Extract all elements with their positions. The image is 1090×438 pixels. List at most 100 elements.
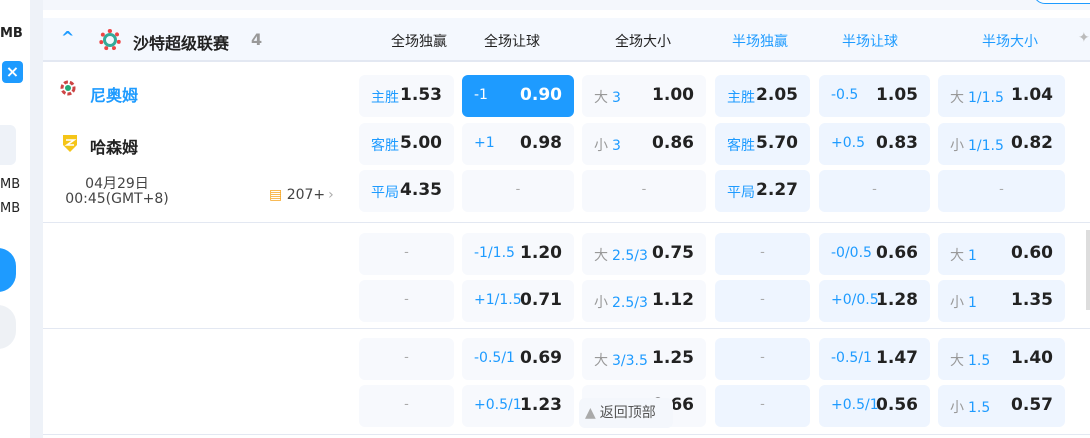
handicap-line: 3: [612, 138, 621, 154]
odds-cell[interactable]: 小 1/1.5 0.82: [938, 123, 1065, 165]
handicap-line: -0.5: [831, 87, 859, 103]
sidebar-pill[interactable]: [0, 125, 16, 165]
odds-label: -0.5/1: [474, 350, 515, 366]
sidebar-text: MB: [0, 177, 21, 192]
sidebar-text: MB: [0, 201, 21, 216]
outcome-label: 客胜: [371, 138, 399, 154]
odds-cell[interactable]: 小 1 1.35: [938, 280, 1065, 322]
odds-cell[interactable]: +1/1.5 0.71: [462, 280, 574, 322]
over-under-label: 小: [950, 295, 964, 311]
home-team-logo: [60, 80, 76, 96]
odds-cell[interactable]: +1 0.98: [462, 123, 574, 165]
pin-icon[interactable]: ✦: [1078, 30, 1090, 46]
handicap-line: 1: [968, 295, 977, 311]
odds-value: 0.69: [520, 348, 562, 368]
handicap-line: -0.5/1: [831, 350, 872, 366]
odds-label: 大 1.5: [950, 350, 990, 370]
odds-cell[interactable]: -1/1.5 1.20: [462, 233, 574, 275]
chevron-up-icon[interactable]: ^: [61, 28, 74, 47]
odds-cell[interactable]: 小 2.5/3 1.12: [582, 280, 706, 322]
odds-value: 5.00: [400, 133, 442, 153]
odds-cell[interactable]: 客胜 5.70: [715, 123, 810, 165]
odds-label: -0.5/1: [831, 350, 872, 366]
odds-value: 2.05: [756, 85, 798, 105]
odds-cell[interactable]: 主胜 2.05: [715, 75, 810, 117]
away-team-name[interactable]: 哈森姆: [90, 134, 138, 158]
odds-cell[interactable]: +0.5 0.83: [819, 123, 930, 165]
empty-odds-cell: -: [582, 170, 706, 212]
odds-cell[interactable]: 大 3/3.5 1.25: [582, 338, 706, 380]
empty-dash: -: [872, 182, 877, 197]
match-time: 00:45(GMT+8): [65, 191, 169, 207]
odds-value: 1.35: [1011, 290, 1053, 310]
odds-cell[interactable]: 平局 2.27: [715, 170, 810, 212]
sidebar-primary-button[interactable]: [0, 248, 16, 292]
odds-cell[interactable]: 小 3 0.86: [582, 123, 706, 165]
empty-odds-cell: -: [938, 170, 1065, 212]
odds-cell[interactable]: 大 2.5/3 0.75: [582, 233, 706, 275]
odds-cell[interactable]: +0/0.5 1.28: [819, 280, 930, 322]
more-markets-link[interactable]: ▤ 207+ ›: [269, 187, 334, 203]
odds-value: 0.90: [520, 85, 562, 105]
odds-cell[interactable]: -0/0.5 0.66: [819, 233, 930, 275]
top-button[interactable]: [1033, 0, 1090, 4]
over-under-label: 小: [950, 138, 964, 154]
over-under-label: 大: [950, 248, 964, 264]
close-icon[interactable]: ×: [2, 61, 23, 83]
odds-value: 1.20: [520, 243, 562, 263]
odds-cell[interactable]: -0.5 1.05: [819, 75, 930, 117]
odds-cell[interactable]: 平局 4.35: [359, 170, 454, 212]
handicap-line: +0.5/1: [831, 397, 879, 413]
odds-label: 小3: [594, 135, 621, 155]
odds-label: 大1: [950, 245, 977, 265]
empty-dash: -: [760, 350, 765, 365]
empty-dash: -: [404, 292, 409, 307]
odds-value: 1.04: [1011, 85, 1053, 105]
odds-label: +1/1.5: [474, 292, 522, 308]
odds-label: +1: [474, 135, 495, 151]
odds-label: 平局: [371, 182, 399, 202]
odds-cell[interactable]: 大 1/1.5 1.04: [938, 75, 1065, 117]
outcome-label: 平局: [727, 185, 755, 201]
odds-cell[interactable]: -0.5/1 1.47: [819, 338, 930, 380]
scrollbar[interactable]: [1086, 230, 1090, 310]
odds-label: 客胜: [371, 135, 399, 155]
odds-label: -1/1.5: [474, 245, 515, 261]
league-name: 沙特超级联赛: [133, 34, 230, 53]
odds-label: -1: [474, 87, 488, 103]
odds-cell[interactable]: 客胜 5.00: [359, 123, 454, 165]
handicap-line: +0.5: [831, 135, 865, 151]
odds-value: 1.40: [1011, 348, 1053, 368]
odds-value: 0.60: [1011, 243, 1053, 263]
odds-cell[interactable]: 大 1.5 1.40: [938, 338, 1065, 380]
over-under-label: 小: [594, 295, 608, 311]
odds-label: 小 1.5: [950, 397, 990, 417]
rocket-icon: ▲: [585, 405, 596, 421]
odds-value: 1.23: [520, 395, 562, 415]
empty-dash: -: [404, 350, 409, 365]
odds-value: 0.66: [876, 243, 918, 263]
odds-label: 大3: [594, 87, 621, 107]
markets-icon: ▤: [269, 187, 283, 203]
empty-odds-cell: -: [715, 385, 810, 427]
odds-cell[interactable]: 主胜 1.53: [359, 75, 454, 117]
odds-label: -0.5: [831, 87, 858, 103]
odds-value: 1.47: [876, 348, 918, 368]
back-to-top-button[interactable]: ▲ 返回顶部: [579, 398, 673, 428]
odds-label: 小 2.5/3: [594, 292, 648, 312]
chevron-right-icon: ›: [328, 187, 334, 203]
sidebar-secondary-button[interactable]: [0, 305, 16, 349]
odds-cell[interactable]: -0.5/1 0.69: [462, 338, 574, 380]
odds-cell[interactable]: 大 1 0.60: [938, 233, 1065, 275]
odds-cell[interactable]: +0.5/1 0.56: [819, 385, 930, 427]
home-team-name[interactable]: 尼奥姆: [90, 82, 138, 106]
outcome-label: 客胜: [727, 138, 755, 154]
odds-label: 平局: [727, 182, 755, 202]
odds-cell[interactable]: +0.5/1 1.23: [462, 385, 574, 427]
handicap-line: -1/1.5: [474, 245, 515, 261]
league-header[interactable]: ^ 沙特超级联赛 4 ✦ 全场独赢 全场让球 全场大小 半场独赢 半场让球 半场大小: [43, 18, 1090, 62]
odds-cell[interactable]: 大 3 1.00: [582, 75, 706, 117]
odds-cell[interactable]: 小 1.5 0.57: [938, 385, 1065, 427]
column-header: 半场大小: [982, 34, 1038, 50]
odds-cell[interactable]: -1 0.90: [462, 75, 574, 117]
